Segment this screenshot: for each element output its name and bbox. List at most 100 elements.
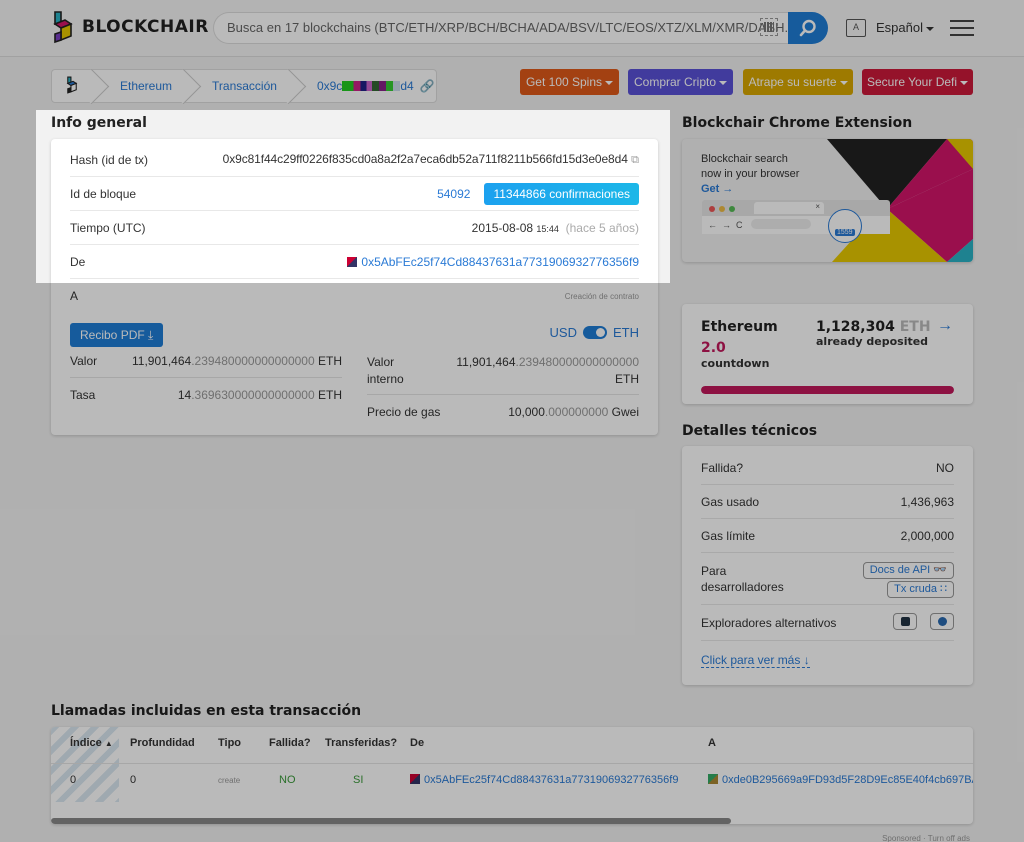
gas-used-label: Gas usado bbox=[701, 494, 760, 509]
alt-explorers-row: Exploradores alternativos bbox=[701, 605, 954, 641]
cell-transferred: SI bbox=[353, 774, 364, 786]
breadcrumb-transaction[interactable]: Transacción bbox=[186, 70, 291, 102]
caret-down-icon bbox=[839, 80, 848, 85]
horizontal-scrollbar[interactable] bbox=[51, 818, 731, 824]
api-docs-button[interactable]: Docs de API 👓 bbox=[862, 561, 954, 579]
chrome-extension-banner[interactable]: Blockchair search now in your browser Ge… bbox=[682, 139, 973, 262]
address-identicon-icon bbox=[410, 774, 420, 784]
gas-limit-value: 2,000,000 bbox=[900, 528, 954, 543]
fee-label: Tasa bbox=[70, 388, 96, 402]
toggle-usd: USD bbox=[549, 325, 577, 340]
pdf-receipt-button[interactable]: Recibo PDF ⤓ bbox=[70, 323, 164, 347]
redacted-hash bbox=[342, 81, 401, 91]
search-icon bbox=[799, 19, 816, 37]
gas-price-amount: 10,000.000000000 Gwei bbox=[508, 405, 639, 419]
translate-icon[interactable]: A bbox=[846, 19, 866, 37]
developers-row: Para desarrolladores Docs de API 👓 Tx cru… bbox=[701, 553, 954, 605]
etherscan-explorer-icon[interactable] bbox=[892, 612, 917, 630]
toggle-switch[interactable] bbox=[583, 326, 607, 339]
click-for-more-link[interactable]: Click para ver más ↓ bbox=[701, 653, 810, 668]
eth2-countdown-label: countdown bbox=[701, 357, 770, 370]
internal-value-amount: 11,901,464.239480000000000000 ETH bbox=[456, 355, 639, 386]
column-header-type[interactable]: Tipo bbox=[218, 737, 241, 749]
gas-price-row: Precio de gas 10,000.000000000 Gwei bbox=[367, 405, 639, 425]
promo-button-spins[interactable]: Get 100 Spins bbox=[520, 69, 619, 95]
breadcrumb-label: Ethereum bbox=[120, 79, 173, 93]
to-label: A bbox=[70, 289, 79, 303]
breadcrumb-home[interactable] bbox=[52, 70, 94, 102]
arrow-down-icon: ↓ bbox=[803, 653, 810, 667]
technical-details-card: Fallida? NO Gas usado 1,436,963 Gas lími… bbox=[682, 446, 973, 685]
download-icon: ⤓ bbox=[148, 328, 154, 342]
time-clock: 15:44 bbox=[536, 223, 559, 234]
eth2-progress-fill bbox=[701, 386, 954, 394]
cell-index: 0 bbox=[70, 774, 77, 786]
arrow-right-icon[interactable]: → bbox=[937, 317, 953, 335]
copy-icon[interactable]: ⧉ bbox=[631, 154, 639, 166]
divider bbox=[51, 763, 973, 764]
internal-value-label: Valor interno bbox=[367, 355, 404, 386]
eth2-name: Ethereum bbox=[701, 319, 778, 335]
block-link[interactable]: 54092 bbox=[437, 187, 470, 201]
breadcrumb-tx-hash[interactable]: 0x9c d4 🔗 bbox=[291, 70, 449, 102]
from-address-link[interactable]: 0x5AbFEc25f74Cd88437631a7731906932776356… bbox=[424, 774, 678, 786]
from-label: De bbox=[70, 254, 86, 269]
tx-hash-prefix: 0x9c bbox=[316, 79, 343, 93]
promo-label: Secure Your Defi bbox=[866, 75, 958, 89]
get-extension-link[interactable]: Get → bbox=[701, 182, 799, 197]
to-row: A Creación de contrato bbox=[70, 279, 639, 313]
menu-icon[interactable] bbox=[950, 20, 974, 36]
promo-button-luck[interactable]: Atrape su suerte bbox=[743, 69, 853, 95]
qr-code-icon[interactable] bbox=[760, 18, 778, 36]
gas-used-value: 1,436,963 bbox=[900, 494, 954, 509]
from-address-link[interactable]: 0x5AbFEc25f74Cd88437631a7731906932776356… bbox=[361, 255, 639, 269]
gas-used-row: Gas usado 1,436,963 bbox=[701, 485, 954, 519]
promo-label: Atrape su suerte bbox=[748, 75, 837, 89]
chrome-extension-title: Blockchair Chrome Extension bbox=[682, 115, 913, 131]
extension-text: Blockchair search now in your browser Ge… bbox=[701, 153, 800, 197]
failed-label: Fallida? bbox=[701, 460, 744, 475]
search-input[interactable]: Busca en 17 blockchains (BTC/ETH/XRP/BCH… bbox=[213, 12, 788, 44]
eth2-deposited-amount: 1,128,304 ETH bbox=[816, 319, 931, 335]
cell-depth: 0 bbox=[130, 774, 137, 786]
value-label: Valor bbox=[70, 354, 98, 368]
language-label: Español bbox=[876, 20, 923, 35]
eth2-card[interactable]: Ethereum 2.0 countdown 1,128,304 ETH alr… bbox=[682, 304, 973, 404]
sponsored-text[interactable]: Sponsored · Turn off ads bbox=[882, 834, 970, 842]
eip-badge: 1559 bbox=[828, 209, 862, 243]
calls-table: Índice ▲ Profundidad Tipo Fallida? Trans… bbox=[51, 727, 973, 824]
hash-row: Hash (id de tx) 0x9c81f44c29ff0226f835cd… bbox=[70, 143, 639, 177]
logo[interactable]: BLOCKCHAIR bbox=[52, 10, 209, 44]
general-info-title: Info general bbox=[51, 115, 147, 131]
fee-amount: 14.369630000000000000 ETH bbox=[177, 388, 342, 402]
language-dropdown[interactable]: Español bbox=[876, 20, 934, 35]
raw-tx-button[interactable]: Tx cruda ∷ bbox=[887, 580, 954, 598]
gas-price-label: Precio de gas bbox=[367, 405, 441, 419]
eth2-deposited-label: already deposited bbox=[816, 335, 929, 348]
cell-type: create bbox=[218, 776, 241, 785]
block-row: Id de bloque 54092 11344866 confirmacione… bbox=[70, 177, 639, 211]
column-header-transferred[interactable]: Transferidas? bbox=[325, 737, 397, 749]
contract-creation-text: Creación de contrato bbox=[564, 291, 639, 301]
column-header-index[interactable]: Índice ▲ bbox=[70, 737, 113, 749]
caret-down-icon bbox=[925, 26, 934, 31]
caret-down-icon bbox=[605, 80, 614, 85]
promo-button-defi[interactable]: Secure Your Defi bbox=[862, 69, 973, 95]
search-button[interactable] bbox=[788, 12, 828, 44]
caret-down-icon bbox=[719, 80, 728, 85]
currency-toggle[interactable]: USD ETH bbox=[550, 325, 639, 340]
column-header-from[interactable]: De bbox=[410, 737, 424, 749]
column-header-depth[interactable]: Profundidad bbox=[130, 737, 195, 749]
to-address-link[interactable]: 0xde0B295669a9FD93d5F28D9Ec85E40f4cb697B… bbox=[722, 774, 973, 786]
gas-limit-label: Gas límite bbox=[701, 528, 756, 543]
column-header-to[interactable]: A bbox=[708, 737, 716, 749]
cell-from: 0x5AbFEc25f74Cd88437631a7731906932776356… bbox=[410, 774, 678, 786]
link-icon[interactable]: 🔗 bbox=[420, 79, 435, 93]
promo-button-buy-crypto[interactable]: Comprar Cripto bbox=[628, 69, 733, 95]
calls-title: Llamadas incluidas en esta transacción bbox=[51, 703, 362, 719]
promo-label: Comprar Cripto bbox=[633, 75, 717, 89]
browser-illustration: × ← → C bbox=[702, 200, 890, 234]
column-header-failed[interactable]: Fallida? bbox=[269, 737, 311, 749]
ethplorer-explorer-icon[interactable] bbox=[930, 612, 954, 630]
confirmations-badge: 11344866 confirmaciones bbox=[484, 182, 639, 205]
